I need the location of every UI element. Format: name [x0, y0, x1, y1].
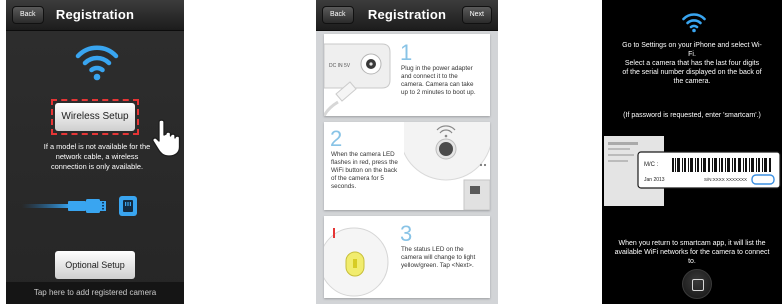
instruction-line: When you return to smartcam app, it will… — [618, 240, 766, 247]
step-line: The status LED on the — [401, 246, 464, 253]
step-card-3: 3 The status LED on the camera will chan… — [324, 216, 490, 298]
step-text: When the camera LED flashes in red, pres… — [331, 151, 398, 191]
instruction-line: the camera. — [673, 78, 711, 85]
step-number: 1 — [400, 40, 413, 65]
info-line: connection is only available. — [50, 162, 144, 171]
instruction-line: to. — [688, 258, 696, 265]
mc-label: M/C : — [644, 162, 659, 168]
return-instruction: When you return to smartcam app, it will… — [604, 239, 780, 266]
step-line: When the camera LED — [331, 151, 395, 158]
step-line: yellow/green. Tap <Next>. — [401, 262, 474, 269]
step-card-1: DC IN 5V 1 Plug in the power adapter and… — [324, 34, 490, 116]
step-line: camera. Camera can take — [401, 81, 474, 88]
instruction-line: Go to Settings on your iPhone and select… — [622, 42, 762, 49]
power-label: DC IN 5V — [329, 63, 351, 69]
camera-led-illustration — [324, 227, 389, 297]
wifi-icon — [75, 45, 119, 81]
power-adapter-illustration: DC IN 5V — [324, 43, 391, 116]
step-line: WiFi button on the back — [331, 167, 398, 174]
step-text: Plug in the power adapter and connect it… — [401, 65, 476, 97]
step-line: camera will change to light — [401, 254, 476, 261]
info-line: If a model is not available for the — [43, 142, 151, 151]
home-button-icon — [692, 279, 704, 291]
camera-back-illustration — [404, 122, 490, 210]
page-title: Registration — [55, 7, 135, 22]
step-line: of the camera for 5 — [331, 175, 384, 182]
registration-screen-2: Back Registration Next DC IN 5V 1 Plug i… — [316, 0, 498, 304]
instruction-line: Fi. — [688, 51, 696, 58]
navigation-bar: Back Registration — [6, 0, 184, 31]
step-line: up to 2 minutes to boot up. — [401, 89, 476, 96]
wifi-instruction-screen: Go to Settings on your iPhone and select… — [602, 0, 782, 304]
date-label: Jan 2013 — [644, 177, 665, 183]
navigation-bar: Back Registration Next — [316, 0, 498, 31]
home-button[interactable] — [682, 269, 712, 299]
info-text: If a model is not available for the netw… — [10, 142, 184, 172]
instruction-text: Go to Settings on your iPhone and select… — [604, 41, 780, 86]
step-line: Plug in the power adapter — [401, 65, 473, 72]
instruction-line: available WiFi networks for the camera t… — [614, 249, 770, 256]
registration-screen-1: Back Registration Wireless Setup If a mo… — [6, 0, 184, 304]
step-number: 2 — [330, 126, 343, 151]
step-line: seconds. — [331, 183, 357, 190]
instruction-line: Select a camera that has the last four d… — [624, 60, 760, 67]
step-line: flashes in red, press the — [331, 159, 398, 166]
next-button[interactable]: Next — [461, 6, 492, 24]
step-text: The status LED on the camera will change… — [401, 246, 475, 270]
step-number: 3 — [400, 221, 413, 246]
wireless-setup-button[interactable]: Wireless Setup — [55, 103, 135, 131]
wifi-icon — [682, 13, 706, 33]
instruction-line: of the serial number displayed on the ba… — [622, 69, 762, 76]
optional-setup-button[interactable]: Optional Setup — [55, 251, 135, 279]
step-card-2: 2 When the camera LED flashes in red, pr… — [324, 122, 490, 210]
serial-label-illustration: M/C : Jan 2013 S/N:XXXX XXXXXXX — [604, 136, 781, 206]
add-registered-camera-link[interactable]: Tap here to add registered camera — [6, 282, 184, 304]
ethernet-cable-icon — [22, 196, 137, 216]
step-line: and connect it to the — [401, 73, 458, 80]
password-hint: (If password is requested, enter 'smartc… — [623, 112, 761, 119]
info-line: network cable, a wireless — [55, 152, 139, 161]
serial-number: S/N:XXXX XXXXXXX — [704, 177, 747, 182]
